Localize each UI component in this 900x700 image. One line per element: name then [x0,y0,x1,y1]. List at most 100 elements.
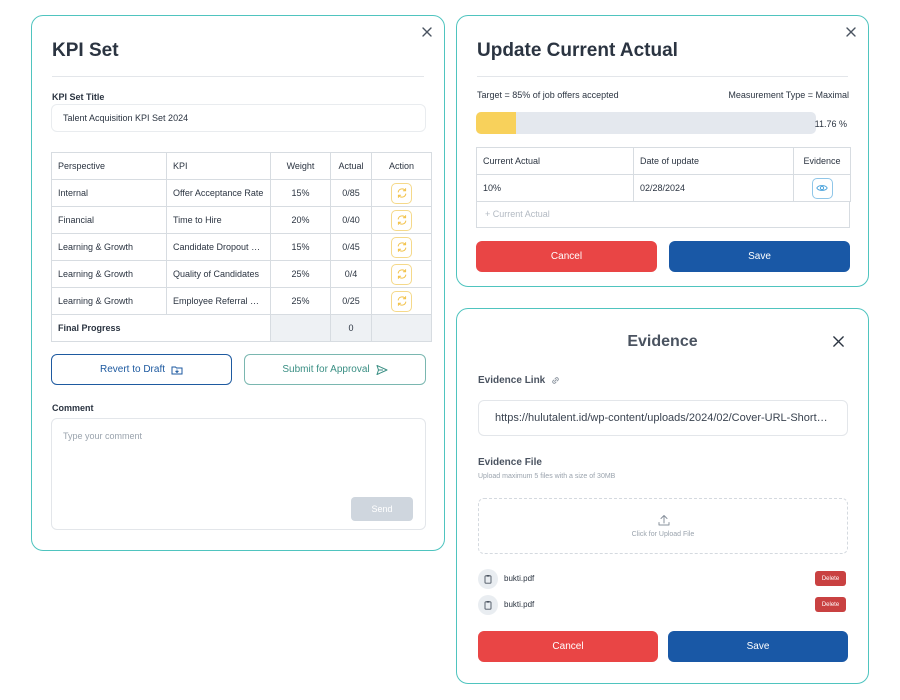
divider [477,76,848,77]
file-item: bukti.pdf Delete [478,569,848,589]
weight-cell: 25% [270,260,331,288]
update-actual-button[interactable] [391,290,412,312]
save-button[interactable]: Save [668,631,848,662]
kpi-cell: Offer Acceptance Rate [166,179,271,207]
action-cell [371,206,432,234]
refresh-icon [397,242,406,252]
submit-for-approval-button[interactable]: Submit for Approval [244,354,426,385]
kpi-set-panel: KPI Set KPI Set Title Talent Acquisition… [31,15,445,551]
action-cell [371,260,432,288]
evidence-cell [793,174,851,202]
evidence-link-input[interactable]: https://hulutalent.id/wp-content/uploads… [478,400,848,436]
table-header-row: Current Actual Date of update Evidence [476,147,851,175]
kpi-set-title-input[interactable]: Talent Acquisition KPI Set 2024 [51,104,426,132]
update-actual-button[interactable] [391,236,412,258]
final-progress-value: 0 [330,314,372,342]
send-button[interactable]: Send [351,497,413,521]
column-header: Perspective [51,152,167,180]
refresh-icon [397,296,406,306]
revert-to-draft-label: Revert to Draft [99,364,166,375]
update-actual-button[interactable] [391,263,412,285]
eye-icon [816,185,828,191]
weight-cell: 15% [270,233,331,261]
weight-cell: 15% [270,179,331,207]
kpi-cell: Employee Referral Rate [166,287,271,315]
panel-title: Update Current Actual [477,40,678,61]
table-row: Learning & Growth Employee Referral Rate 2… [51,287,432,315]
panel-title: Evidence [627,333,698,350]
weight-cell: 20% [270,206,331,234]
actual-cell: 0/40 [330,206,372,234]
upload-text: Click for Upload File [631,531,695,538]
add-current-actual-button[interactable]: + Current Actual [476,201,850,228]
close-icon[interactable] [844,25,858,39]
file-name: bukti.pdf [504,574,535,583]
view-evidence-button[interactable] [811,177,833,199]
kpi-cell: Candidate Dropout Rate [166,233,271,261]
panel-title: KPI Set [52,40,119,61]
comment-placeholder: Type your comment [63,431,143,441]
evidence-file-hint: Upload maximum 5 files with a size of 30… [478,473,616,480]
column-header: Date of update [633,147,794,175]
column-header: KPI [166,152,271,180]
table-row: 10% 02/28/2024 [476,174,851,202]
close-icon[interactable] [420,25,434,39]
comment-textarea[interactable]: Type your comment Send [51,418,426,530]
evidence-file-label: Evidence File [478,457,542,468]
current-actual-cell: 10% [476,174,634,202]
revert-to-draft-button[interactable]: Revert to Draft [51,354,232,385]
actual-cell: 0/85 [330,179,372,207]
action-cell [371,179,432,207]
kpi-table: Perspective KPI Weight Actual Action Int… [51,152,432,342]
submit-for-approval-label: Submit for Approval [282,364,370,375]
perspective-cell: Learning & Growth [51,260,167,288]
perspective-cell: Learning & Growth [51,287,167,315]
kpi-cell: Time to Hire [166,206,271,234]
delete-file-button[interactable]: Delete [815,597,846,612]
refresh-icon [397,188,406,198]
save-button[interactable]: Save [669,241,850,272]
perspective-cell: Internal [51,179,167,207]
evidence-panel: Evidence Evidence Link https://hulutalen… [456,308,869,684]
target-text: Target = 85% of job offers accepted [477,90,619,100]
evidence-link-label: Evidence Link [478,375,561,386]
update-actual-button[interactable] [391,182,412,204]
send-icon [376,364,388,375]
table-row: Learning & Growth Quality of Candidates 25… [51,260,432,288]
evidence-link-value: https://hulutalent.id/wp-content/uploads… [495,412,831,424]
upload-icon [658,515,670,526]
update-actual-button[interactable] [391,209,412,231]
measurement-type-text: Measurement Type = Maximal [728,90,849,100]
update-current-actual-panel: Update Current Actual Target = 85% of jo… [456,15,869,287]
current-actual-table: Current Actual Date of update Evidence 1… [476,147,851,202]
final-progress-label: Final Progress [51,314,271,342]
progress-percent: 11.76 % [814,119,847,129]
perspective-cell: Learning & Growth [51,233,167,261]
final-progress-weight-cell [270,314,331,342]
kpi-set-title-label: KPI Set Title [52,92,105,102]
perspective-cell: Financial [51,206,167,234]
progress-bar [476,112,816,134]
progress-bar-fill [476,112,516,134]
actual-cell: 0/45 [330,233,372,261]
cancel-button[interactable]: Cancel [476,241,657,272]
close-icon[interactable] [832,335,845,348]
link-icon [552,377,560,384]
actual-cell: 0/25 [330,287,372,315]
table-row: Financial Time to Hire 20% 0/40 [51,206,432,234]
column-header: Evidence [793,147,851,175]
cancel-button[interactable]: Cancel [478,631,658,662]
refresh-icon [397,269,406,279]
delete-file-button[interactable]: Delete [815,571,846,586]
upload-dropzone[interactable]: Click for Upload File [478,498,848,554]
action-cell [371,233,432,261]
clipboard-icon [478,595,498,615]
column-header: Actual [330,152,372,180]
final-progress-row: Final Progress 0 [51,314,432,342]
final-progress-action-cell [371,314,432,342]
column-header: Action [371,152,432,180]
column-header: Weight [270,152,331,180]
action-cell [371,287,432,315]
date-cell: 02/28/2024 [633,174,794,202]
comment-label: Comment [52,403,94,413]
